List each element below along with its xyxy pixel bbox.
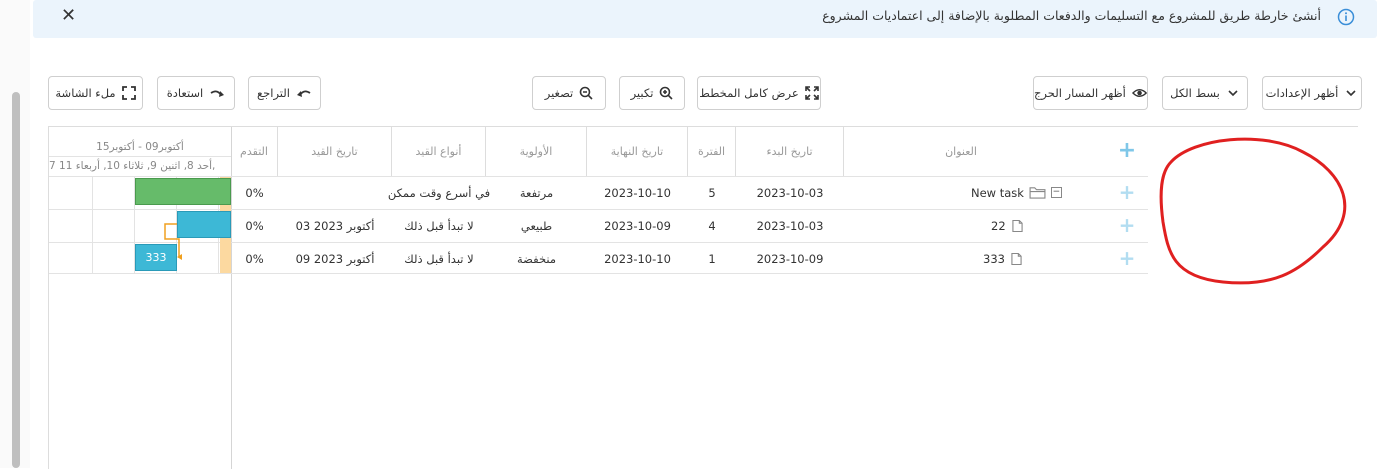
cell-progress: 0% [245,218,264,233]
cell-end-date: 2023-10-10 [604,185,671,200]
file-icon [1012,219,1023,232]
folder-icon [1029,187,1046,199]
zoom-in-button[interactable]: تكبير [619,76,685,110]
cell-start-date: 2023-10-03 [756,185,824,200]
dependency-link[interactable] [159,222,189,262]
fullscreen-icon [121,86,136,100]
header-start-date[interactable]: تاريخ البدء [736,127,844,176]
fit-chart-label: عرض كامل المخطط [699,86,799,100]
cell-end-date: 2023-10-09 [604,218,671,233]
cell-constraint-date [278,176,392,209]
divider [49,176,231,177]
close-icon[interactable]: ✕ [61,4,76,28]
banner-message: أنشئ خارطة طريق للمشروع مع التسليمات وال… [822,8,1321,23]
cell-duration: 4 [708,218,716,233]
gantt-bar-new-task[interactable] [135,178,231,205]
cell-constraint-type: لا تبدأ قبل ذلك [404,251,474,266]
zoom-out-button[interactable]: تصغير [532,76,606,110]
redo-icon [210,90,225,97]
gantt-day-header: 7 أحد 8, اثنين 9, ثلاثاء 10, أربعاء 11, [49,160,216,172]
expand-icon [804,86,819,100]
chevron-down-icon [1346,90,1356,97]
undo-label: التراجع [257,86,290,100]
task-title: 333 [983,251,1005,266]
undo-button[interactable]: التراجع [248,76,321,110]
cell-priority: مرتفعة [519,185,554,200]
info-icon [1337,8,1355,26]
fullscreen-button[interactable]: ملء الشاشة [48,76,143,110]
header-priority[interactable]: الأولوية [486,127,587,176]
fullscreen-label: ملء الشاشة [55,86,116,100]
zoom-out-icon [579,86,593,100]
chevron-down-icon [1228,90,1238,97]
collapse-all-label: بسط الكل [1170,86,1220,100]
cell-constraint-type: في أسرع وقت ممكن [387,185,491,200]
cell-priority: منخفضة [516,251,556,266]
cell-progress: 0% [245,251,264,266]
scrollbar-thumb[interactable] [12,92,20,468]
header-title[interactable]: العنوان [844,127,1078,176]
task-title: 22 [991,218,1006,233]
show-critical-path-button[interactable]: أظهر المسار الحرج [1033,76,1148,110]
info-banner: ✕ أنشئ خارطة طريق للمشروع مع التسليمات و… [33,0,1377,38]
show-settings-label: أظهر الإعدادات [1265,86,1339,100]
cell-constraint-date: أكتوبر 2023 03 [295,218,375,233]
cell-progress: 0% [245,185,264,200]
collapse-all-button[interactable]: بسط الكل [1162,76,1248,110]
left-scrollbar[interactable] [0,0,30,468]
cell-duration: 5 [708,185,716,200]
divider [49,156,231,157]
cell-constraint-date: أكتوبر 2023 09 [295,251,375,266]
annotation-circle [1159,137,1347,285]
fit-chart-button[interactable]: عرض كامل المخطط [697,76,821,110]
header-constraint-date[interactable]: تاريخ القيد [278,127,392,176]
cell-duration: 1 [708,251,716,266]
cell-priority: طبيعي [520,218,553,233]
task-title: New task [971,185,1024,200]
divider [49,209,231,210]
divider [49,242,231,243]
cell-end-date: 2023-10-10 [604,251,671,266]
cell-start-date: 2023-10-03 [756,218,824,233]
zoom-in-label: تكبير [630,86,654,100]
show-settings-button[interactable]: أظهر الإعدادات [1262,76,1362,110]
header-duration[interactable]: الفترة [688,127,736,176]
header-constraint-type[interactable]: أنواع القيد [392,127,486,176]
divider [92,177,93,273]
cell-title[interactable]: 333 [983,242,1071,275]
show-critical-path-label: أظهر المسار الحرج [1034,86,1126,100]
redo-label: استعادة [166,86,204,100]
header-progress[interactable]: التقدم [231,127,278,176]
cell-title[interactable]: 22 [991,209,1071,242]
cell-constraint-type: لا تبدأ قبل ذلك [404,218,474,233]
gantt-chart[interactable]: أكتوبر09 - أكتوبر15 7 أحد 8, اثنين 9, ثل… [48,126,232,469]
zoom-out-label: تصغير [544,86,574,100]
gantt-week-header: أكتوبر09 - أكتوبر15 [96,141,184,153]
divider [49,273,231,274]
undo-icon [296,90,311,97]
add-subtask-button[interactable]: + [1115,213,1139,237]
collapse-icon[interactable]: − [1050,187,1062,198]
gantt-container: أكتوبر09 - أكتوبر15 7 أحد 8, اثنين 9, ثل… [48,126,1358,469]
header-end-date[interactable]: تاريخ النهاية [587,127,688,176]
add-subtask-button[interactable]: + [1115,246,1139,270]
cell-title[interactable]: New task − [971,176,1071,209]
cell-start-date: 2023-10-09 [756,251,824,266]
zoom-in-icon [660,86,673,100]
add-task-button[interactable]: + [1115,139,1139,163]
redo-button[interactable]: استعادة [157,76,235,110]
add-subtask-button[interactable]: + [1115,180,1139,204]
eye-icon [1131,88,1147,98]
task-table: التقدم تاريخ القيد أنواع القيد الأولوية … [231,126,1358,469]
file-icon [1011,252,1022,265]
